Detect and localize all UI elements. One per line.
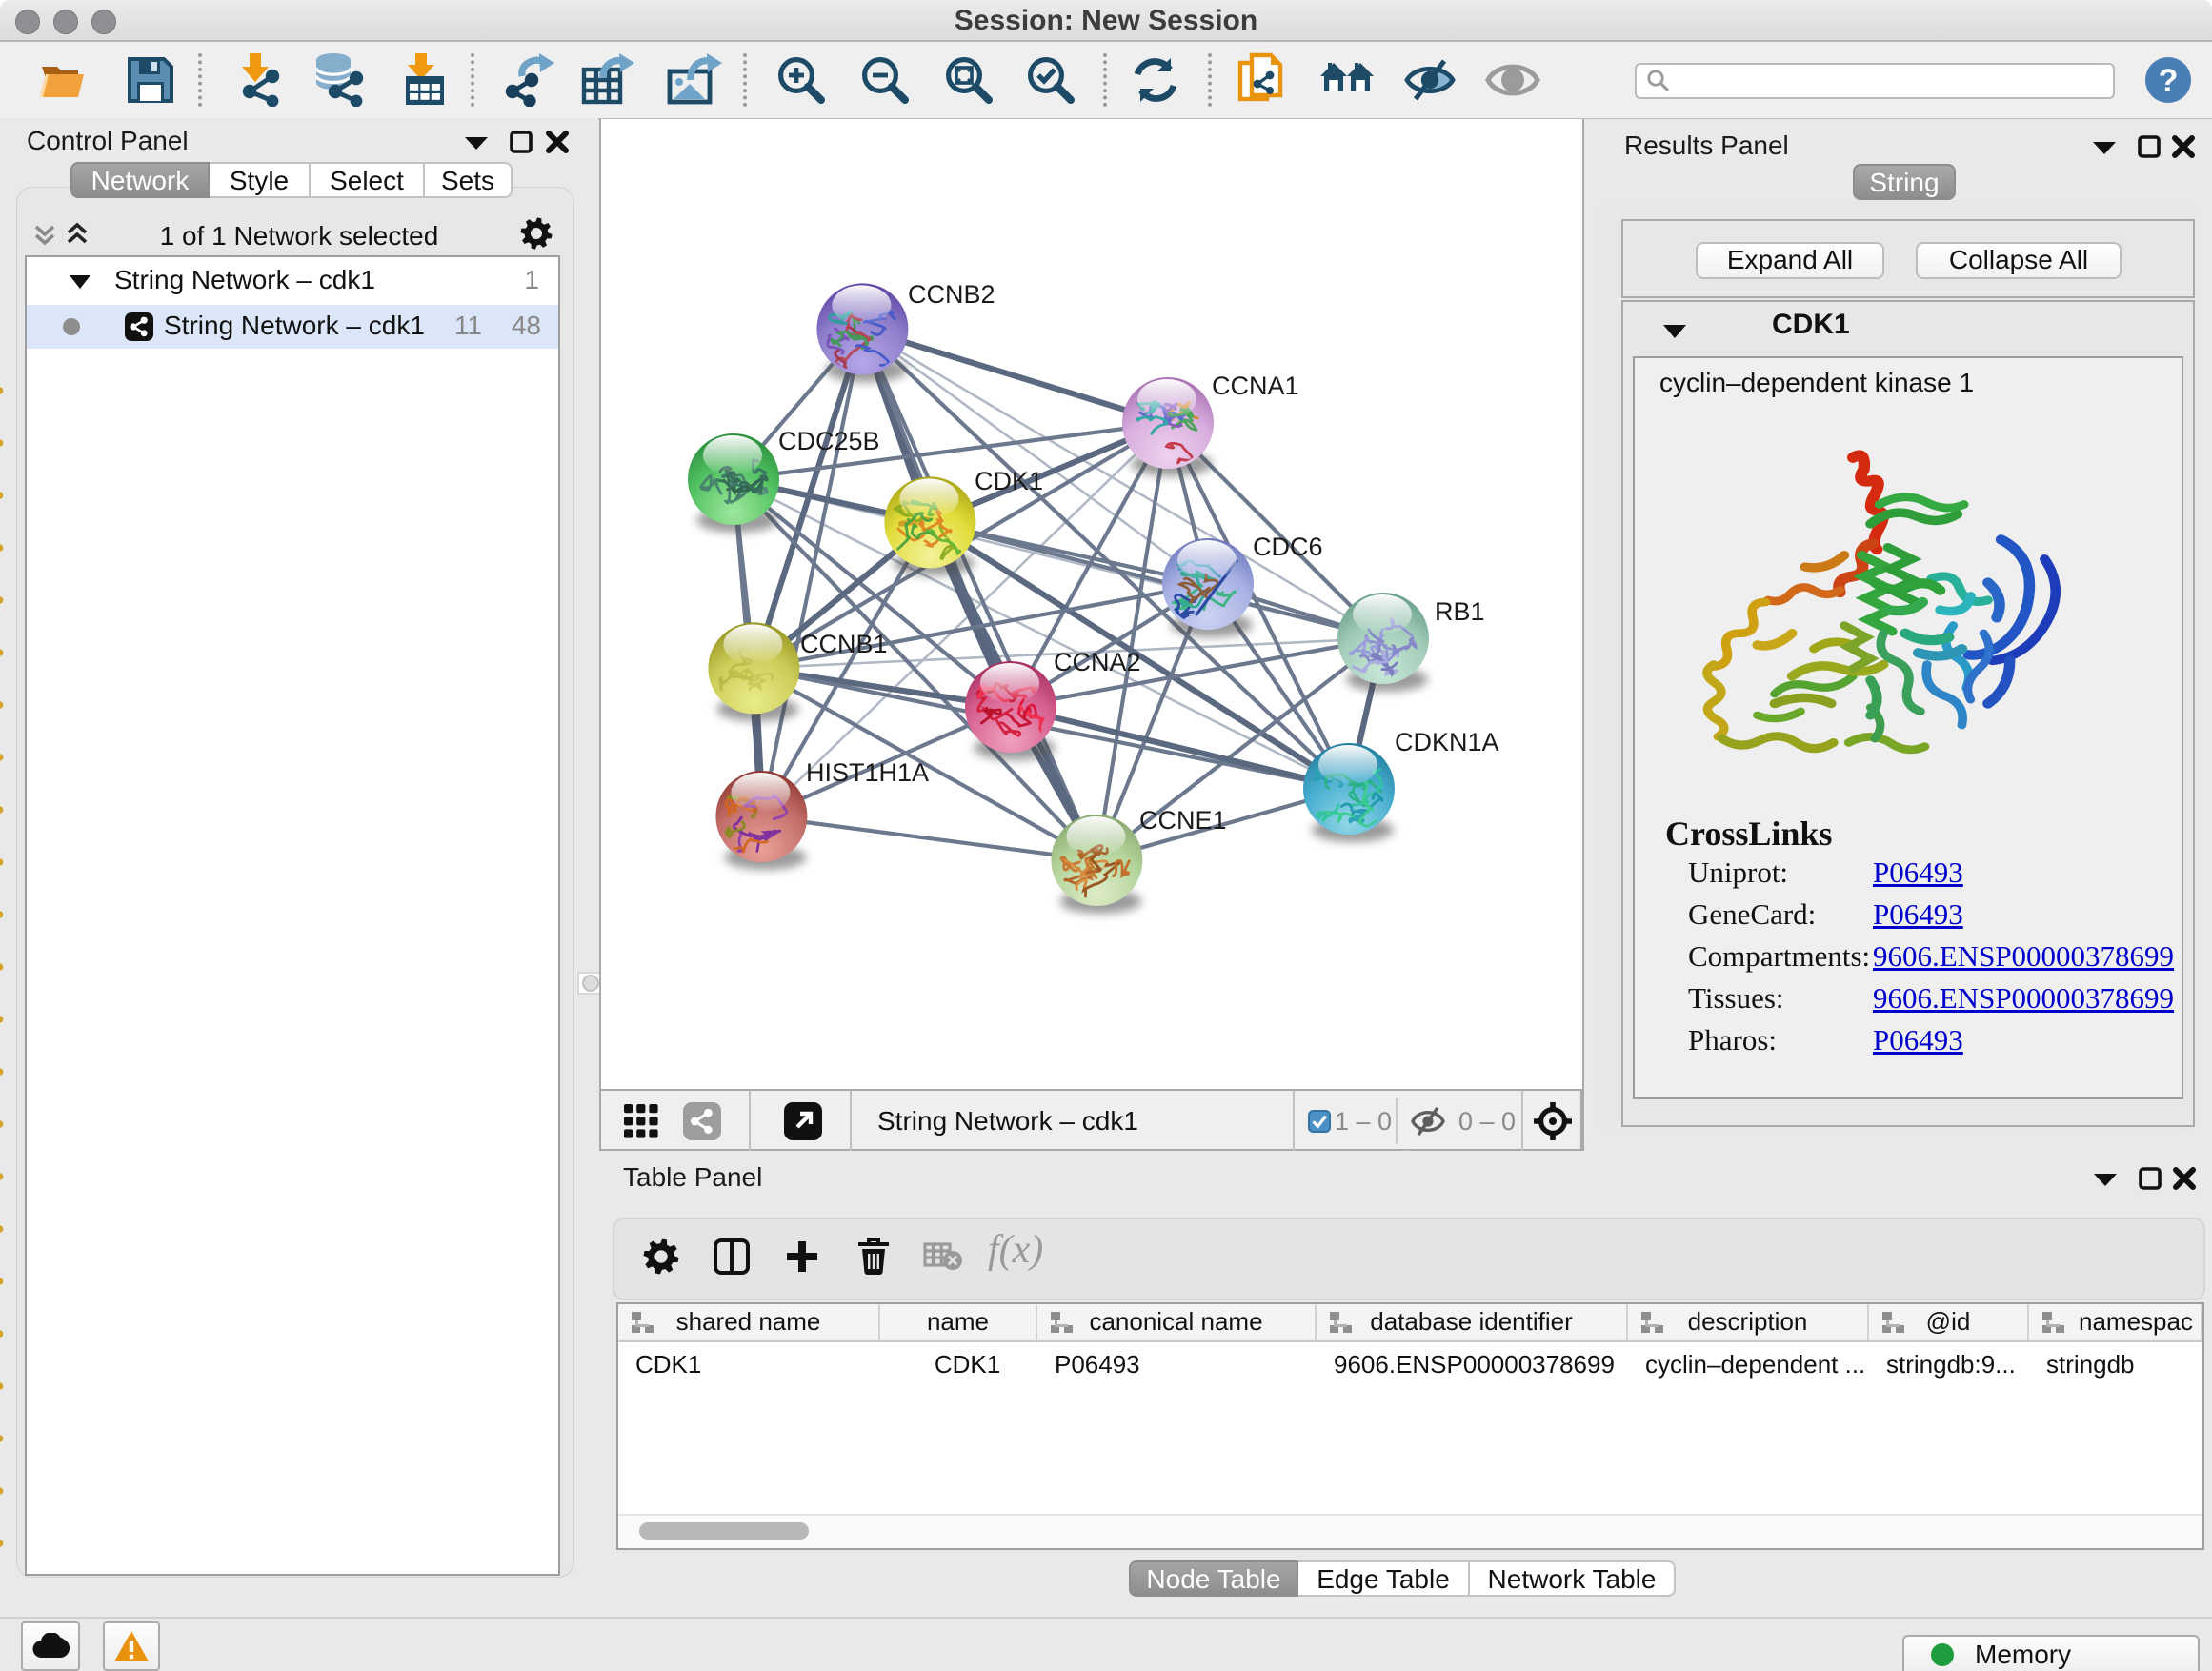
svg-text:CCNA1: CCNA1: [1212, 372, 1299, 400]
svg-text:CDC6: CDC6: [1253, 533, 1323, 561]
svg-text:RB1: RB1: [1435, 597, 1485, 626]
svg-text:CDK1: CDK1: [975, 467, 1043, 495]
svg-text:CDC25B: CDC25B: [778, 427, 880, 455]
svg-text:CCNE1: CCNE1: [1139, 806, 1227, 835]
svg-text:HIST1H1A: HIST1H1A: [806, 758, 929, 787]
svg-text:CDKN1A: CDKN1A: [1395, 728, 1499, 756]
svg-text:CCNB1: CCNB1: [800, 630, 888, 658]
svg-text:CCNA2: CCNA2: [1054, 648, 1141, 676]
svg-text:?: ?: [2159, 63, 2179, 99]
svg-text:CCNB2: CCNB2: [908, 280, 995, 309]
